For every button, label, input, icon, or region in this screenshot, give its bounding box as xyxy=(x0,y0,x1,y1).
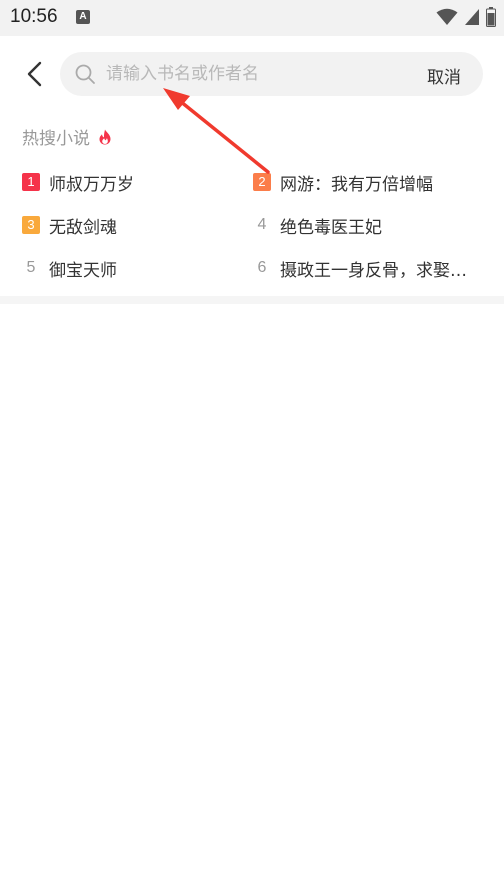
hot-item-title: 无敌剑魂 xyxy=(49,217,117,238)
hot-item-3[interactable]: 3 无敌剑魂 xyxy=(22,210,242,240)
notification-icon: A xyxy=(76,10,90,24)
search-input[interactable] xyxy=(106,52,406,96)
hot-item-title: 御宝天师 xyxy=(49,260,117,281)
hot-search-title: 热搜小说 xyxy=(22,129,90,149)
rank-badge: 2 xyxy=(253,173,271,191)
search-box[interactable]: 取消 xyxy=(60,52,483,96)
status-bar: 10:56 A xyxy=(0,0,504,36)
flame-icon xyxy=(99,129,111,144)
hot-item-title: 师叔万万岁 xyxy=(49,174,134,195)
hot-item-title: 绝色毒医王妃 xyxy=(280,217,382,238)
hot-search-heading: 热搜小说 xyxy=(22,124,112,149)
rank-number: 5 xyxy=(26,259,36,276)
hot-item-2[interactable]: 2 网游：我有万倍增幅 xyxy=(253,167,483,197)
hot-search-section: 热搜小说 1 师叔万万岁 2 网游：我有万倍增幅 3 无敌剑魂 4 绝色毒医王妃… xyxy=(0,114,504,298)
rank-number: 4 xyxy=(257,216,267,233)
hot-item-6[interactable]: 6 摄政王一身反骨，求娶… xyxy=(253,253,483,283)
search-header: 取消 xyxy=(0,36,504,114)
cancel-button[interactable]: 取消 xyxy=(427,63,461,88)
status-time: 10:56 xyxy=(10,6,58,27)
rank-number: 6 xyxy=(257,259,267,276)
battery-icon xyxy=(486,7,496,27)
back-arrow-icon xyxy=(27,61,42,87)
rank-badge: 1 xyxy=(22,173,40,191)
hot-item-4[interactable]: 4 绝色毒医王妃 xyxy=(253,210,483,240)
wifi-icon xyxy=(436,8,458,25)
section-divider xyxy=(0,296,504,304)
hot-item-title: 摄政王一身反骨，求娶… xyxy=(280,260,467,281)
signal-icon xyxy=(465,9,479,25)
hot-item-5[interactable]: 5 御宝天师 xyxy=(22,253,242,283)
hot-item-title: 网游：我有万倍增幅 xyxy=(280,174,433,195)
rank-badge: 3 xyxy=(22,216,40,234)
status-icons xyxy=(436,7,496,27)
search-icon xyxy=(75,64,95,84)
back-button[interactable] xyxy=(18,56,54,92)
hot-item-1[interactable]: 1 师叔万万岁 xyxy=(22,167,242,197)
